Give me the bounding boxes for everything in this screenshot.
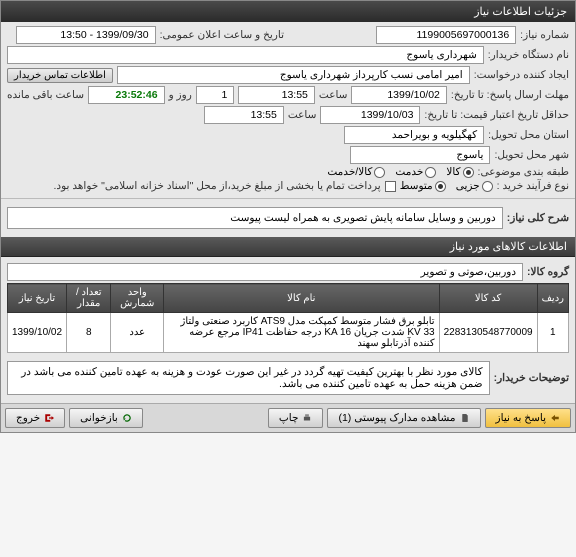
cell-name: تابلو برق فشار متوسط کمپکت مدل ATS9 کارب… bbox=[164, 313, 440, 353]
delivery-state-field: کهگیلویه و بویراحمد bbox=[344, 126, 484, 144]
category-radio-group: کالا خدمت کالا/خدمت bbox=[327, 166, 473, 178]
category-label: طبقه بندی موضوعی: bbox=[478, 166, 569, 178]
creator-label: ایجاد کننده درخواست: bbox=[474, 69, 569, 81]
pay-note: پرداخت تمام یا بخشی از مبلغ خرید،از محل … bbox=[54, 180, 381, 192]
print-button[interactable]: چاپ bbox=[268, 408, 324, 428]
window-title: جزئیات اطلاعات نیاز bbox=[474, 6, 567, 18]
main-window: جزئیات اطلاعات نیاز شماره نیاز: 11990056… bbox=[0, 0, 576, 433]
window-titlebar: جزئیات اطلاعات نیاز bbox=[1, 1, 575, 22]
min-valid-time-field: 13:55 bbox=[204, 106, 284, 124]
deadline-label: مهلت ارسال پاسخ: تا تاریخ: bbox=[451, 89, 569, 101]
exit-button[interactable]: خروج bbox=[5, 408, 65, 428]
table-header-row: ردیف کد کالا نام کالا واحد شمارش تعداد /… bbox=[8, 284, 569, 313]
remain-days-label: روز و bbox=[169, 89, 192, 101]
buyer-device-field: شهرداری یاسوج bbox=[7, 46, 484, 64]
need-no-field: 1199005697000136 bbox=[376, 26, 516, 44]
goods-group-field: دوربین،صوتی و تصویر bbox=[7, 263, 523, 281]
reply-button[interactable]: پاسخ به نیاز bbox=[485, 408, 571, 428]
refresh-icon bbox=[122, 413, 132, 423]
radio-small[interactable]: جزیی bbox=[456, 180, 493, 192]
radio-icon bbox=[374, 167, 385, 178]
contact-buyer-button[interactable]: اطلاعات تماس خریدار bbox=[7, 68, 113, 83]
radio-goods[interactable]: کالا bbox=[446, 166, 473, 178]
cell-qty: 8 bbox=[67, 313, 111, 353]
process-type-label: نوع فرآیند خرید : bbox=[497, 180, 569, 192]
print-icon bbox=[302, 413, 312, 423]
attachments-button[interactable]: مشاهده مدارک پیوستی (1) bbox=[327, 408, 480, 428]
delivery-state-label: استان محل تحویل: bbox=[488, 129, 569, 141]
radio-service[interactable]: خدمت bbox=[395, 166, 436, 178]
announce-label: تاریخ و ساعت اعلان عمومی: bbox=[160, 29, 284, 41]
delivery-city-field: یاسوج bbox=[350, 146, 490, 164]
process-radio-group: جزیی متوسط bbox=[400, 180, 493, 192]
th-need-date: تاریخ نیاز bbox=[8, 284, 67, 313]
radio-icon bbox=[425, 167, 436, 178]
table-row[interactable]: 1 2283130548770009 تابلو برق فشار متوسط … bbox=[8, 313, 569, 353]
deadline-time-label: ساعت bbox=[319, 89, 348, 101]
creator-field: امیر امامی نسب کارپرداز شهرداری یاسوج bbox=[117, 66, 470, 84]
footer-bar: پاسخ به نیاز مشاهده مدارک پیوستی (1) چاپ… bbox=[1, 403, 575, 432]
header-form: شماره نیاز: 1199005697000136 تاریخ و ساع… bbox=[1, 22, 575, 198]
cell-code: 2283130548770009 bbox=[439, 313, 537, 353]
need-desc-area: شرح کلی نیاز: دوربین و وسایل سامانه پایش… bbox=[1, 198, 575, 237]
buyer-device-label: نام دستگاه خریدار: bbox=[488, 49, 569, 61]
goods-section-header: اطلاعات کالاهای مورد نیاز bbox=[1, 237, 575, 257]
th-name: نام کالا bbox=[164, 284, 440, 313]
radio-medium[interactable]: متوسط bbox=[400, 180, 446, 192]
radio-icon bbox=[435, 181, 446, 192]
goods-group-label: گروه کالا: bbox=[527, 266, 569, 278]
need-desc-label: شرح کلی نیاز: bbox=[507, 212, 569, 224]
need-no-label: شماره نیاز: bbox=[520, 29, 569, 41]
buyer-notes-label: توضیحات خریدار: bbox=[494, 372, 569, 384]
need-desc-text: دوربین و وسایل سامانه پایش تصویری به همر… bbox=[7, 207, 503, 229]
cell-row: 1 bbox=[537, 313, 568, 353]
attachment-icon bbox=[460, 413, 470, 423]
th-unit: واحد شمارش bbox=[111, 284, 164, 313]
remain-suffix: ساعت باقی مانده bbox=[7, 89, 84, 101]
deadline-date-field: 1399/10/02 bbox=[351, 86, 446, 104]
min-valid-date-field: 1399/10/03 bbox=[320, 106, 420, 124]
th-qty: تعداد / مقدار bbox=[67, 284, 111, 313]
refresh-button[interactable]: بازخوانی bbox=[69, 408, 143, 428]
min-valid-label: حداقل تاریخ اعتبار قیمت: تا تاریخ: bbox=[424, 109, 569, 121]
cell-unit: عدد bbox=[111, 313, 164, 353]
treasury-checkbox[interactable] bbox=[385, 181, 396, 192]
min-valid-time-label: ساعت bbox=[288, 109, 317, 121]
deadline-time-field: 13:55 bbox=[238, 86, 315, 104]
goods-area: گروه کالا: دوربین،صوتی و تصویر ردیف کد ک… bbox=[1, 257, 575, 403]
remain-days-field: 1 bbox=[196, 86, 235, 104]
th-row: ردیف bbox=[537, 284, 568, 313]
remain-time-field: 23:52:46 bbox=[88, 86, 165, 104]
announce-field: 1399/09/30 - 13:50 bbox=[16, 26, 156, 44]
th-code: کد کالا bbox=[439, 284, 537, 313]
delivery-city-label: شهر محل تحویل: bbox=[494, 149, 569, 161]
radio-goods-service[interactable]: کالا/خدمت bbox=[327, 166, 385, 178]
exit-icon bbox=[44, 413, 54, 423]
buyer-notes-text: کالای مورد نظر با بهترین کیفیت تهیه گردد… bbox=[7, 361, 490, 395]
reply-icon bbox=[550, 413, 560, 423]
radio-icon bbox=[482, 181, 493, 192]
goods-table: ردیف کد کالا نام کالا واحد شمارش تعداد /… bbox=[7, 283, 569, 353]
cell-need-date: 1399/10/02 bbox=[8, 313, 67, 353]
radio-icon bbox=[463, 167, 474, 178]
